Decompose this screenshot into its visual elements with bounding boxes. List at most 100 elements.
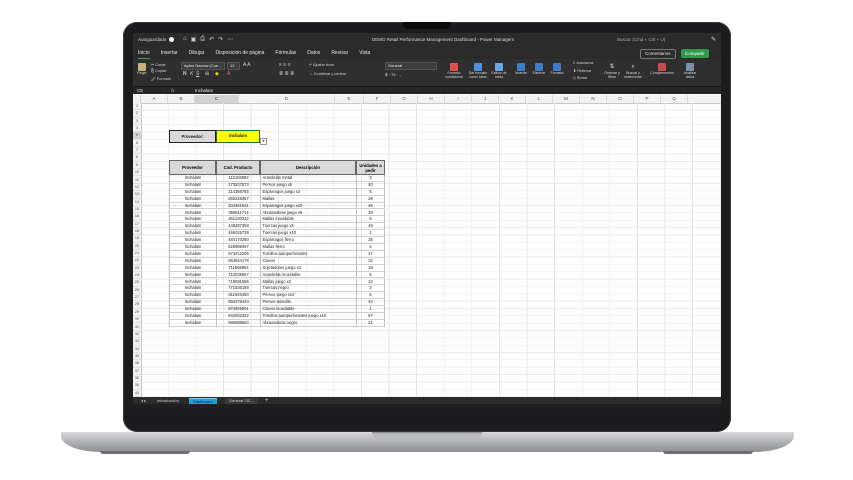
unidades-cell[interactable]: 24 — [356, 278, 385, 286]
cod-producto-cell[interactable]: 484170280 — [216, 237, 260, 244]
proveedor-cell[interactable]: Inchalam — [169, 299, 216, 307]
row-header-35[interactable]: 35 — [133, 353, 141, 361]
descripcion-cell[interactable]: Tornillos autoperforantes juego x10 — [260, 313, 356, 320]
fx-icon[interactable]: fx — [171, 87, 175, 94]
column-header-n[interactable]: N — [580, 95, 607, 103]
home-icon[interactable]: ⌂ — [183, 36, 187, 43]
search-input[interactable]: Buscar (Cmd + Ctrl + U) — [617, 37, 665, 42]
column-header-c[interactable]: C — [195, 95, 239, 103]
row-header-34[interactable]: 34 — [133, 346, 141, 353]
row-header-13[interactable]: 13 — [133, 191, 141, 199]
sort-filter-button[interactable]: ⇅ Ordenar y filtrar — [603, 63, 621, 80]
copy-button[interactable]: ⎘ Copiar — [151, 69, 166, 73]
cod-producto-cell[interactable]: 850276424 — [216, 299, 260, 307]
descripcion-cell[interactable]: Clavos — [260, 257, 356, 265]
row-header-29[interactable]: 29 — [133, 309, 141, 317]
descripcion-cell[interactable]: Tornillos autoperforantes — [260, 250, 356, 258]
row-header-28[interactable]: 28 — [133, 301, 141, 309]
proveedor-cell[interactable]: Inchalam — [169, 271, 216, 279]
descripcion-cell[interactable]: Pernos amarillo — [260, 299, 356, 307]
descripcion-cell[interactable]: Mallas — [260, 195, 356, 203]
row-header-31[interactable]: 31 — [133, 324, 141, 331]
row-header-20[interactable]: 20 — [133, 243, 141, 250]
unidades-cell[interactable]: 8 — [356, 216, 385, 224]
row-header-36[interactable]: 36 — [133, 360, 141, 368]
cod-producto-cell[interactable]: 573212205 — [216, 250, 260, 258]
proveedor-cell[interactable]: Inchalam — [169, 244, 216, 251]
redo-icon[interactable]: ↷ — [218, 36, 223, 43]
addins-button[interactable]: Complementos — [649, 63, 675, 76]
cod-producto-cell[interactable]: 771536189 — [216, 285, 260, 293]
font-color-icon[interactable]: A — [227, 71, 230, 77]
proveedor-cell[interactable]: Inchalam — [169, 181, 216, 189]
table-row[interactable]: Inchalam 986966564 Abrazaderas negro 12 — [169, 319, 385, 327]
column-header-i[interactable]: I — [445, 95, 472, 103]
row-header-39[interactable]: 39 — [133, 382, 141, 390]
descripcion-cell[interactable]: Sujetadores juego x3 — [260, 264, 356, 272]
dropdown-arrow-icon[interactable]: ▾ — [260, 138, 267, 145]
font-grow-icon[interactable]: A A — [243, 62, 251, 68]
cod-producto-cell[interactable]: 718691586 — [216, 278, 260, 286]
merge-center-button[interactable]: ⇔ Combinar y centrar — [309, 72, 346, 76]
row-header-1[interactable]: 1 — [133, 103, 141, 111]
descripcion-cell[interactable]: Mallas fierro — [260, 244, 356, 251]
unidades-cell[interactable]: 44 — [356, 299, 385, 307]
descripcion-cell[interactable]: Espárragos juego x10 — [260, 202, 356, 210]
insert-cells-button[interactable]: Insertar — [513, 63, 529, 76]
unidades-cell[interactable]: 19 — [356, 264, 385, 272]
unidades-cell[interactable]: 40 — [356, 181, 385, 189]
format-cells-button[interactable]: Formato — [549, 63, 565, 76]
currency-icon[interactable]: $ · % · , — [385, 72, 401, 77]
unidades-cell[interactable]: 3 — [356, 285, 385, 293]
share-button[interactable]: Compartir — [681, 49, 709, 58]
unidades-cell[interactable]: 22 — [356, 257, 385, 265]
proveedor-cell[interactable]: Inchalam — [169, 216, 216, 224]
unidades-cell[interactable]: 1 — [356, 230, 385, 238]
select-all-corner[interactable] — [133, 95, 141, 103]
cod-producto-cell[interactable]: 112184982 — [216, 175, 260, 182]
column-header-o[interactable]: O — [607, 95, 634, 103]
proveedor-cell[interactable]: Inchalam — [169, 250, 216, 258]
row-header-24[interactable]: 24 — [133, 272, 141, 280]
fill-button[interactable]: ⬇ Rellenar — [573, 68, 591, 73]
proveedor-cell[interactable]: Inchalam — [169, 237, 216, 244]
cod-producto-cell[interactable]: 448287368 — [216, 223, 260, 231]
row-header-3[interactable]: 3 — [133, 118, 141, 126]
row-header-17[interactable]: 17 — [133, 221, 141, 228]
descripcion-cell[interactable]: Espárragos juego x3 — [260, 188, 356, 196]
column-header-g[interactable]: G — [391, 95, 418, 103]
column-header-q[interactable]: Q — [661, 95, 688, 103]
descripcion-cell[interactable]: Tuercas negro — [260, 285, 356, 293]
unidades-cell[interactable]: 33 — [356, 209, 385, 217]
row-header-26[interactable]: 26 — [133, 287, 141, 295]
proveedor-cell[interactable]: Inchalam — [169, 209, 216, 217]
descripcion-cell[interactable]: Tuercas juego x5 — [260, 223, 356, 231]
row-header-6[interactable]: 6 — [133, 140, 141, 148]
cell-styles-button[interactable]: Estilos de celda — [491, 63, 507, 80]
row-header-10[interactable]: 10 — [133, 169, 141, 177]
cod-producto-cell[interactable]: 986966564 — [216, 319, 260, 327]
save-icon[interactable]: ▣ — [191, 36, 197, 43]
font-size-select[interactable]: 12 — [227, 62, 240, 70]
cod-producto-cell[interactable]: 526989497 — [216, 244, 260, 251]
cod-producto-cell[interactable]: 664844179 — [216, 257, 260, 265]
cod-producto-cell[interactable]: 343361931 — [216, 202, 260, 210]
cod-producto-cell[interactable]: 942002322 — [216, 313, 260, 320]
row-header-37[interactable]: 37 — [133, 368, 141, 375]
wrap-text-button[interactable]: ↵ Ajustar texto — [309, 62, 334, 67]
row-header-30[interactable]: 30 — [133, 316, 141, 324]
row-header-25[interactable]: 25 — [133, 279, 141, 287]
descripcion-cell[interactable]: Arandelas inoxidable — [260, 271, 356, 279]
row-header-5[interactable]: 5 — [133, 132, 141, 140]
format-painter-button[interactable]: 🖌 Formato — [151, 76, 171, 81]
proveedor-cell[interactable]: Inchalam — [169, 313, 216, 320]
column-header-f[interactable]: F — [364, 95, 391, 103]
autosum-button[interactable]: Σ Autosuma — [573, 61, 594, 65]
tab-vista[interactable]: Vista — [359, 47, 370, 59]
row-header-9[interactable]: 9 — [133, 162, 141, 170]
proveedor-cell[interactable]: Inchalam — [169, 230, 216, 238]
tab-formulas[interactable]: Fórmulas — [275, 47, 296, 59]
find-select-button[interactable]: ⌕ Buscar y seleccionar — [623, 63, 643, 80]
row-header-12[interactable]: 12 — [133, 184, 141, 192]
row-header-33[interactable]: 33 — [133, 338, 141, 346]
